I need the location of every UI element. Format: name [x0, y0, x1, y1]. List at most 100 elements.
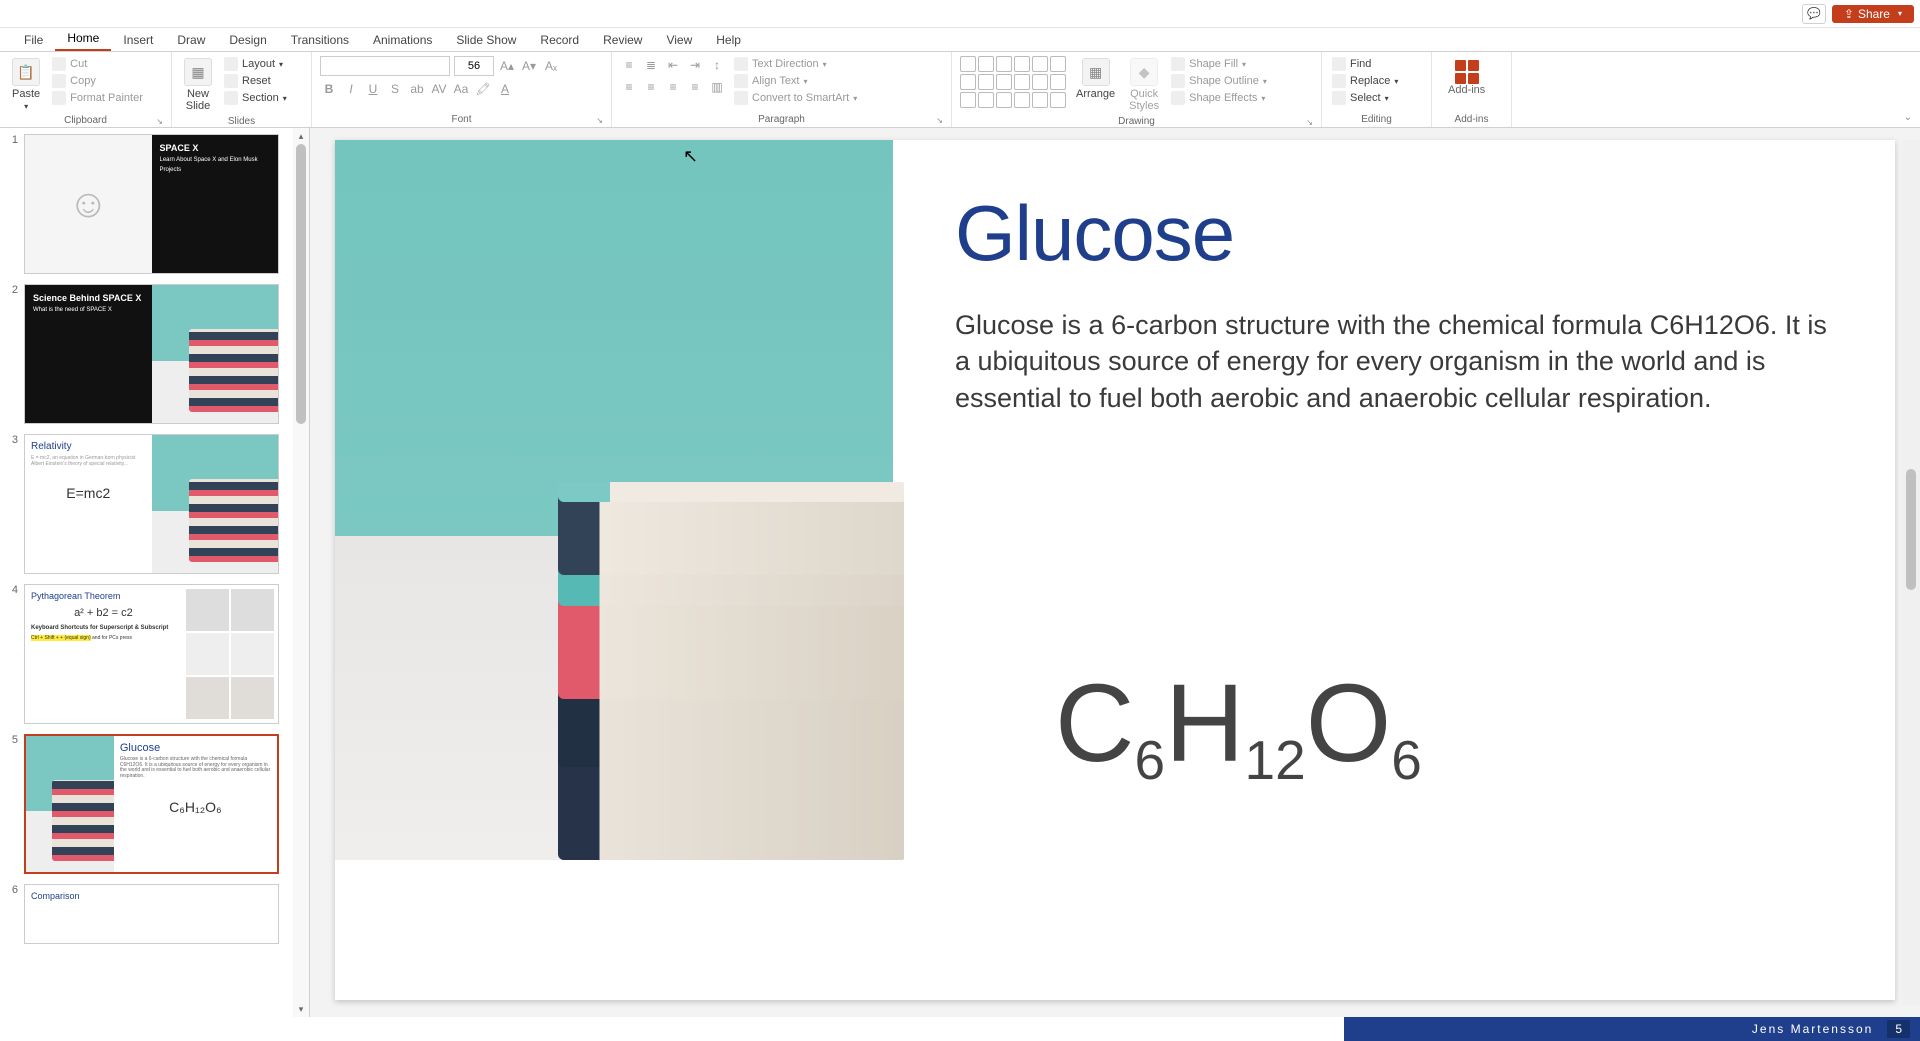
group-label-editing: Editing — [1330, 112, 1423, 127]
slide-thumbnail-5[interactable]: GlucoseGlucose is a 6-carbon structure w… — [24, 734, 279, 874]
convert-smartart-button[interactable]: Convert to SmartArt▾ — [732, 90, 859, 106]
line-spacing-button[interactable]: ↕ — [708, 56, 726, 74]
shape-icon[interactable] — [978, 56, 994, 72]
align-center-button[interactable]: ≡ — [642, 78, 660, 96]
align-left-button[interactable]: ≡ — [620, 78, 638, 96]
slide-thumbnail-4[interactable]: Pythagorean Theorema² + b2 = c2Keyboard … — [24, 584, 279, 724]
shape-icon[interactable] — [1050, 92, 1066, 108]
shape-icon[interactable] — [1032, 56, 1048, 72]
increase-font-icon[interactable]: A▴ — [498, 57, 516, 75]
slide-thumbnail-6[interactable]: Comparison — [24, 884, 279, 944]
clear-format-icon[interactable]: Aₓ — [542, 57, 560, 75]
numbering-button[interactable]: ≣ — [642, 56, 660, 74]
layout-button[interactable]: Layout▾ — [222, 56, 289, 72]
slide-thumbnail-2[interactable]: Science Behind SPACE XWhat is the need o… — [24, 284, 279, 424]
comments-button[interactable]: 💬 — [1802, 4, 1826, 24]
find-button[interactable]: Find — [1330, 56, 1400, 72]
slide-thumbnail-3[interactable]: RelativityE = mc2, an equation in German… — [24, 434, 279, 574]
copy-button[interactable]: Copy — [50, 73, 145, 89]
shape-outline-button[interactable]: Shape Outline▾ — [1169, 73, 1269, 89]
shape-icon[interactable] — [960, 74, 976, 90]
shape-icon[interactable] — [1014, 74, 1030, 90]
justify-button[interactable]: ≡ — [686, 78, 704, 96]
paste-button[interactable]: 📋 Paste ▾ — [8, 56, 44, 113]
shape-icon[interactable] — [996, 74, 1012, 90]
share-button[interactable]: ⇪ Share ▾ — [1832, 5, 1914, 23]
shape-icon[interactable] — [996, 92, 1012, 108]
tab-animations[interactable]: Animations — [361, 29, 444, 51]
shadow-button[interactable]: ab — [408, 80, 426, 98]
scroll-handle[interactable] — [296, 144, 306, 424]
shape-effects-button[interactable]: Shape Effects▾ — [1169, 90, 1269, 106]
addins-button[interactable]: Add-ins — [1440, 56, 1493, 100]
section-button[interactable]: Section▾ — [222, 90, 289, 106]
shape-icon[interactable] — [996, 56, 1012, 72]
scroll-down-icon[interactable]: ▾ — [293, 1001, 309, 1017]
dialog-launcher-icon[interactable]: ↘ — [1306, 118, 1313, 127]
tab-draw[interactable]: Draw — [165, 29, 217, 51]
text-direction-button[interactable]: Text Direction▾ — [732, 56, 859, 72]
font-color-button[interactable]: A — [496, 80, 514, 98]
scroll-handle[interactable] — [1906, 469, 1916, 590]
highlight-button[interactable]: 🖍 — [474, 80, 492, 98]
decrease-font-icon[interactable]: A▾ — [520, 57, 538, 75]
font-name-input[interactable] — [320, 56, 450, 76]
collapse-ribbon-button[interactable]: ⌄ — [1904, 112, 1912, 123]
tab-insert[interactable]: Insert — [111, 29, 165, 51]
tab-view[interactable]: View — [654, 29, 704, 51]
tab-design[interactable]: Design — [217, 29, 278, 51]
align-text-button[interactable]: Align Text▾ — [732, 73, 859, 89]
slide-formula[interactable]: C6H12O6 — [1055, 660, 1422, 787]
slide-thumbnail-1[interactable]: ☺ SPACE XLearn About Space X and Elon Mu… — [24, 134, 279, 274]
shapes-gallery[interactable] — [960, 56, 1066, 108]
shape-icon[interactable] — [1032, 74, 1048, 90]
spacing-button[interactable]: AV — [430, 80, 448, 98]
slide-body-text[interactable]: Glucose is a 6-carbon structure with the… — [955, 307, 1835, 416]
bold-button[interactable]: B — [320, 80, 338, 98]
decrease-indent-button[interactable]: ⇤ — [664, 56, 682, 74]
tab-file[interactable]: File — [12, 29, 55, 51]
reset-button[interactable]: Reset — [222, 73, 289, 89]
shape-icon[interactable] — [978, 74, 994, 90]
shape-icon[interactable] — [1050, 56, 1066, 72]
cut-button[interactable]: Cut — [50, 56, 145, 72]
tab-transitions[interactable]: Transitions — [279, 29, 361, 51]
strike-button[interactable]: S — [386, 80, 404, 98]
columns-button[interactable]: ▥ — [708, 78, 726, 96]
shape-icon[interactable] — [1050, 74, 1066, 90]
slide-title[interactable]: Glucose — [955, 188, 1835, 279]
arrange-button[interactable]: ▦Arrange — [1072, 56, 1119, 102]
tab-slideshow[interactable]: Slide Show — [444, 29, 528, 51]
shape-icon[interactable] — [960, 92, 976, 108]
thumb-scrollbar[interactable]: ▴ ▾ — [293, 128, 309, 1017]
increase-indent-button[interactable]: ⇥ — [686, 56, 704, 74]
shape-icon[interactable] — [1014, 56, 1030, 72]
shape-icon[interactable] — [960, 56, 976, 72]
thumb-number: 1 — [8, 134, 18, 274]
font-size-input[interactable] — [454, 56, 494, 76]
editor-scrollbar[interactable] — [1902, 140, 1920, 1005]
shape-fill-button[interactable]: Shape Fill▾ — [1169, 56, 1269, 72]
new-slide-button[interactable]: ▦ New Slide — [180, 56, 216, 114]
shape-icon[interactable] — [978, 92, 994, 108]
select-button[interactable]: Select▾ — [1330, 90, 1400, 106]
tab-record[interactable]: Record — [528, 29, 591, 51]
tab-review[interactable]: Review — [591, 29, 654, 51]
align-right-button[interactable]: ≡ — [664, 78, 682, 96]
tab-home[interactable]: Home — [55, 27, 111, 51]
format-painter-button[interactable]: Format Painter — [50, 90, 145, 106]
dialog-launcher-icon[interactable]: ↘ — [936, 116, 943, 125]
shape-icon[interactable] — [1032, 92, 1048, 108]
quick-styles-button[interactable]: ◆Quick Styles — [1125, 56, 1163, 114]
shape-icon[interactable] — [1014, 92, 1030, 108]
tab-help[interactable]: Help — [704, 29, 753, 51]
underline-button[interactable]: U — [364, 80, 382, 98]
dialog-launcher-icon[interactable]: ↘ — [596, 116, 603, 125]
slide-canvas[interactable]: Glucose Glucose is a 6-carbon structure … — [335, 140, 1895, 1000]
replace-button[interactable]: Replace▾ — [1330, 73, 1400, 89]
scroll-up-icon[interactable]: ▴ — [293, 128, 309, 144]
dialog-launcher-icon[interactable]: ↘ — [156, 117, 163, 126]
case-button[interactable]: Aa — [452, 80, 470, 98]
bullets-button[interactable]: ≡ — [620, 56, 638, 74]
italic-button[interactable]: I — [342, 80, 360, 98]
